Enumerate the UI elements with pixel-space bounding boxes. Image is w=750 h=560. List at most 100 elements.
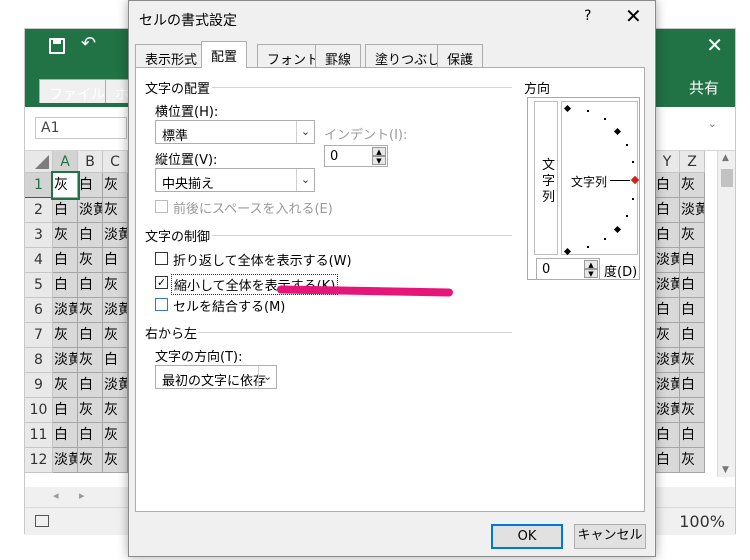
horizontal-select[interactable]: 標準 ⌄	[155, 120, 315, 144]
cell[interactable]: 淡黄	[680, 198, 705, 223]
save-icon[interactable]	[49, 38, 65, 54]
cell[interactable]: 淡黄	[655, 248, 680, 273]
row-header[interactable]: 1	[25, 173, 53, 198]
cell[interactable]: 淡黄	[53, 448, 78, 473]
ribbon-tab-file[interactable]: ファイル	[39, 79, 115, 103]
cell[interactable]: 灰	[680, 448, 705, 473]
cell[interactable]: 淡黄	[53, 298, 78, 323]
cell[interactable]: 白	[78, 323, 103, 348]
spin-down-icon[interactable]: ▼	[584, 269, 598, 278]
select-all-corner[interactable]	[25, 151, 53, 173]
cancel-button[interactable]: キャンセル	[574, 524, 646, 549]
indent-spinner[interactable]: 0 ▲ ▼	[324, 145, 388, 167]
text-direction-select[interactable]: 最初の文字に依存 ⌄	[155, 365, 277, 389]
tab-alignment[interactable]: 配置	[201, 41, 248, 68]
cell[interactable]: 白	[78, 273, 103, 298]
cell[interactable]: 淡黄	[655, 398, 680, 423]
cell[interactable]: 灰	[78, 248, 103, 273]
cell[interactable]: 白	[655, 198, 680, 223]
row-header[interactable]: 3	[25, 223, 53, 248]
spin-up-icon[interactable]: ▲	[372, 147, 386, 156]
cell[interactable]: 白	[53, 198, 78, 223]
cell[interactable]: 灰	[680, 223, 705, 248]
tab-border[interactable]: 罫線	[315, 44, 362, 68]
cell[interactable]: 白	[78, 173, 103, 198]
cell[interactable]: 白	[680, 323, 705, 348]
cell[interactable]: 白	[78, 223, 103, 248]
cell[interactable]: 白	[53, 273, 78, 298]
cell[interactable]: 淡黄	[655, 348, 680, 373]
cell[interactable]: 灰	[53, 323, 78, 348]
justify-distributed-checkbox[interactable]	[155, 200, 168, 213]
cell[interactable]: 灰	[53, 373, 78, 398]
cell[interactable]: 白	[53, 398, 78, 423]
cell[interactable]: 白	[680, 248, 705, 273]
dialog-close-icon[interactable]: ✕	[625, 4, 642, 28]
vertical-select[interactable]: 中央揃え ⌄	[155, 168, 315, 192]
cell[interactable]: 灰	[103, 398, 128, 423]
cell[interactable]: 白	[53, 248, 78, 273]
cell[interactable]: 灰	[103, 198, 128, 223]
cell[interactable]: 灰	[103, 273, 128, 298]
cell[interactable]: 灰	[680, 173, 705, 198]
cell[interactable]: 淡黄	[655, 273, 680, 298]
cell[interactable]: 白	[655, 448, 680, 473]
spin-up-icon[interactable]: ▲	[584, 260, 598, 269]
row-header[interactable]: 7	[25, 323, 53, 348]
cell[interactable]: 灰	[103, 448, 128, 473]
undo-icon[interactable]: ↶	[81, 33, 96, 54]
cell[interactable]: 白	[655, 423, 680, 448]
cell[interactable]: 淡黄	[103, 223, 128, 248]
row-header[interactable]: 11	[25, 423, 53, 448]
orientation-dial[interactable]: 文字列	[561, 101, 640, 256]
cell[interactable]: 灰	[78, 398, 103, 423]
sheet-prev-icon[interactable]: ◂	[53, 489, 59, 502]
row-header[interactable]: 10	[25, 398, 53, 423]
cell[interactable]: 灰	[103, 323, 128, 348]
row-header[interactable]: 12	[25, 448, 53, 473]
wrap-text-checkbox[interactable]	[155, 252, 168, 265]
tab-number[interactable]: 表示形式	[135, 44, 208, 68]
row-header[interactable]: 4	[25, 248, 53, 273]
formula-expand-icon[interactable]: ⌄	[708, 117, 717, 130]
column-header[interactable]: A	[53, 151, 78, 173]
cell[interactable]: 白	[680, 423, 705, 448]
cell[interactable]: 灰	[78, 448, 103, 473]
cell[interactable]: 灰	[680, 348, 705, 373]
scroll-up-icon[interactable]: ▲	[722, 153, 729, 163]
tab-protection[interactable]: 保護	[437, 44, 484, 68]
ok-button[interactable]: OK	[491, 524, 563, 549]
merge-cells-checkbox[interactable]	[155, 298, 168, 311]
degrees-spinner[interactable]: 0 ▲ ▼	[536, 258, 600, 280]
cell[interactable]: 淡黄	[53, 348, 78, 373]
scroll-thumb[interactable]	[721, 169, 733, 187]
cell[interactable]: 白	[655, 298, 680, 323]
row-header[interactable]: 6	[25, 298, 53, 323]
scroll-down-icon[interactable]: ▼	[722, 465, 729, 475]
row-header[interactable]: 8	[25, 348, 53, 373]
name-box[interactable]: A1	[35, 117, 144, 139]
cell[interactable]: 白	[53, 423, 78, 448]
column-header[interactable]: Z	[680, 151, 705, 173]
row-header[interactable]: 9	[25, 373, 53, 398]
share-button[interactable]: 共有	[689, 77, 719, 98]
cell[interactable]: 灰	[103, 173, 128, 198]
dial-pointer-icon[interactable]	[630, 175, 640, 185]
cell[interactable]: 淡黄	[103, 373, 128, 398]
help-icon[interactable]: ?	[584, 8, 591, 24]
cell[interactable]: 白	[78, 373, 103, 398]
cell[interactable]: 白	[78, 423, 103, 448]
cell[interactable]: 淡黄	[103, 298, 128, 323]
cell[interactable]: 白	[103, 248, 128, 273]
shrink-to-fit-checkbox[interactable]: ✓	[155, 276, 168, 289]
cell[interactable]: 灰	[655, 323, 680, 348]
window-close-icon[interactable]: ✕	[706, 33, 723, 57]
spin-down-icon[interactable]: ▼	[372, 156, 386, 165]
cell[interactable]: 淡黄	[655, 373, 680, 398]
column-header[interactable]: B	[78, 151, 103, 173]
vertical-scrollbar[interactable]: ▲ ▼	[717, 151, 735, 477]
cell[interactable]: 灰	[103, 423, 128, 448]
cell[interactable]: 灰	[53, 223, 78, 248]
cell[interactable]: 白	[680, 273, 705, 298]
zoom-level[interactable]: 100%	[679, 512, 725, 531]
